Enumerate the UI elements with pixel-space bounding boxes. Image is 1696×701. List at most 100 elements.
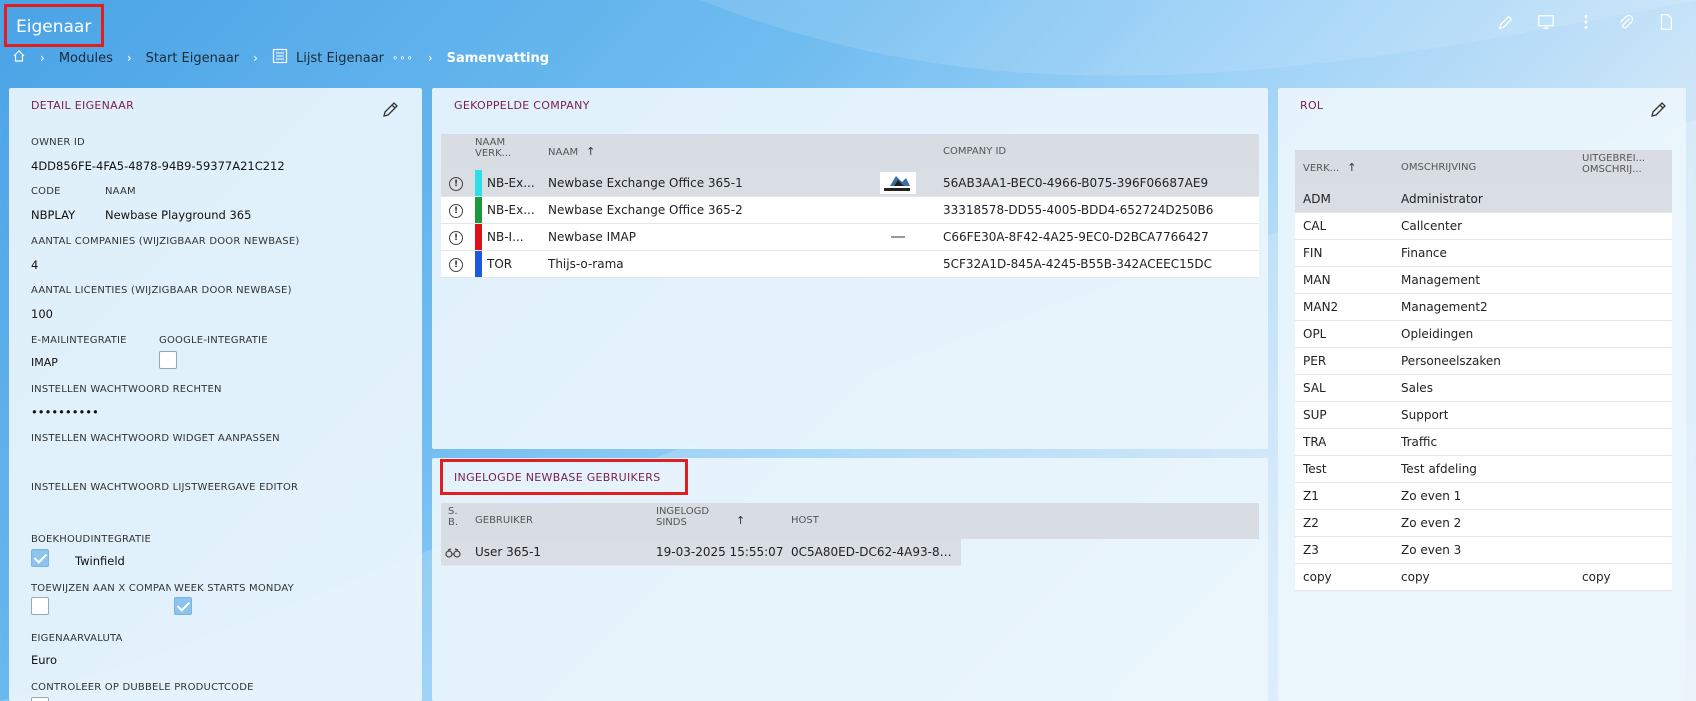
dubbele-productcode-checkbox[interactable]	[31, 697, 49, 701]
breadcrumb-more[interactable]: ∘∘∘	[392, 53, 414, 64]
naam-label: NAAM	[105, 186, 136, 197]
pencil-icon[interactable]	[1649, 99, 1669, 119]
rol-omschrijving: Administrator	[1401, 192, 1483, 206]
rol-code: Test	[1303, 462, 1327, 476]
table-row[interactable]: ! NB-Ex... Newbase Exchange Office 365-1 56…	[441, 170, 1259, 197]
week-starts-monday-checkbox[interactable]	[174, 597, 192, 615]
host: 0C5A80ED-DC62-4A93-80FD...	[791, 545, 956, 559]
table-row[interactable]: SUP Support	[1295, 402, 1672, 429]
col-verkort[interactable]: VERK... ↑	[1303, 162, 1356, 174]
home-icon[interactable]	[12, 49, 26, 67]
table-row[interactable]: MAN Management	[1295, 267, 1672, 294]
info-icon[interactable]: !	[449, 258, 463, 272]
rol-panel: ROL VERK... ↑ OMSCHRIJVING UITGEBREI... O…	[1278, 88, 1686, 701]
rol-code: CAL	[1303, 219, 1327, 233]
table-row[interactable]: ! TOR Thijs-o-rama 5CF32A1D-845A-4245-B55B-…	[441, 251, 1259, 278]
ingelogde-gebruikers-panel: INGELOGDE NEWBASE GEBRUIKERS S. B. GEBRU…	[432, 458, 1268, 701]
company-name: Newbase Exchange Office 365-1	[548, 176, 743, 190]
info-icon[interactable]: !	[449, 204, 463, 218]
table-row[interactable]: FIN Finance	[1295, 240, 1672, 267]
toewijzen-checkbox[interactable]	[31, 597, 49, 615]
col-ingelogd-sinds[interactable]: INGELOGD SINDS	[656, 506, 709, 528]
breadcrumb-lijst-eigenaar[interactable]: Lijst Eigenaar	[296, 51, 384, 66]
breadcrumb-modules[interactable]: Modules	[59, 51, 113, 66]
companies-label: AANTAL COMPANIES (WIJZIGBAAR DOOR NEWBAS…	[31, 236, 300, 247]
col-omschrijving[interactable]: OMSCHRIJVING	[1401, 162, 1476, 173]
col-verkort-label: VERK...	[1303, 163, 1340, 174]
more-vertical-icon[interactable]	[1576, 12, 1596, 32]
toolbar	[1496, 12, 1676, 32]
email-integratie-value: IMAP	[31, 356, 58, 369]
col-naam-verkort[interactable]: NAAM VERK...	[475, 137, 511, 159]
code-label: CODE	[31, 186, 61, 197]
rol-omschrijving: Finance	[1401, 246, 1447, 260]
pw-editor-label: INSTELLEN WACHTWOORD LIJSTWEERGAVE EDITO…	[31, 482, 299, 493]
company-code: NB-Ex...	[487, 203, 535, 217]
col-gebruiker[interactable]: GEBRUIKER	[475, 515, 533, 526]
rol-omschrijving: Zo even 2	[1401, 516, 1462, 530]
email-integratie-label: E-MAILINTEGRATIE	[31, 335, 127, 346]
rol-code: ADM	[1303, 192, 1331, 206]
logged-in-since: 19-03-2025 15:55:07	[656, 545, 784, 559]
rol-omschrijving: Management2	[1401, 300, 1488, 314]
info-icon[interactable]: !	[449, 231, 463, 245]
table-row[interactable]: Z3 Zo even 3	[1295, 537, 1672, 564]
col-uitgebreide-omschrijving[interactable]: UITGEBREI... OMSCHRIJ...	[1582, 153, 1645, 175]
col-naam[interactable]: NAAM ↑	[548, 146, 595, 158]
boekhoud-checkbox[interactable]	[31, 549, 49, 567]
owner-id-label: OWNER ID	[31, 137, 85, 148]
table-row[interactable]: Z1 Zo even 1	[1295, 483, 1672, 510]
table-row[interactable]: ! NB-Ex... Newbase Exchange Office 365-2 33…	[441, 197, 1259, 224]
paperclip-icon[interactable]	[1616, 12, 1636, 32]
breadcrumb-start-eigenaar[interactable]: Start Eigenaar	[146, 51, 239, 66]
document-icon[interactable]	[1656, 12, 1676, 32]
rol-code: copy	[1303, 570, 1332, 584]
rol-grid-header: VERK... ↑ OMSCHRIJVING UITGEBREI... OMSCH…	[1295, 150, 1672, 186]
pw-rechten-value: ••••••••••	[31, 405, 99, 419]
table-row[interactable]: copy copy copy	[1295, 564, 1672, 591]
rol-omschrijving: Management	[1401, 273, 1481, 287]
monitor-icon[interactable]	[1536, 12, 1556, 32]
table-row[interactable]: CAL Callcenter	[1295, 213, 1672, 240]
sort-asc-icon: ↑	[736, 514, 746, 527]
table-row[interactable]: OPL Opleidingen	[1295, 321, 1672, 348]
info-icon[interactable]: !	[449, 177, 463, 191]
google-integratie-checkbox[interactable]	[159, 351, 177, 369]
col-sb[interactable]: S. B.	[448, 506, 458, 528]
company-grid: NAAM VERK... NAAM ↑ COMPANY ID ! NB-Ex... N…	[441, 134, 1259, 278]
table-row[interactable]: Test Test afdeling	[1295, 456, 1672, 483]
detail-eigenaar-panel: DETAIL EIGENAAR OWNER ID 4DD856FE-4FA5-4…	[9, 88, 422, 701]
table-row[interactable]: MAN2 Management2	[1295, 294, 1672, 321]
app-title: Eigenaar	[4, 4, 104, 47]
rol-omschrijving: Sales	[1401, 381, 1433, 395]
rol-omschrijving: Support	[1401, 408, 1449, 422]
col-host[interactable]: HOST	[791, 515, 819, 526]
dubbele-productcode-label: CONTROLEER OP DUBBELE PRODUCTCODE	[31, 682, 254, 693]
table-row[interactable]: User 365-1 19-03-2025 15:55:07 0C5A80ED-DC…	[441, 539, 961, 566]
chevron-right-icon: ›	[427, 51, 433, 65]
valuta-value: Euro	[31, 653, 58, 667]
company-code: TOR	[487, 257, 513, 271]
rol-code: Z1	[1303, 489, 1319, 503]
breadcrumb-current: Samenvatting	[446, 50, 550, 66]
company-logo	[880, 172, 916, 194]
rol-omschrijving: Personeelszaken	[1401, 354, 1501, 368]
toewijzen-label: TOEWIJZEN AAN X COMPANIES	[31, 583, 171, 594]
google-integratie-label: GOOGLE-INTEGRATIE	[159, 335, 268, 346]
table-row[interactable]: ! NB-I... Newbase IMAP C66FE30A-8F42-4A25-9…	[441, 224, 1259, 251]
col-company-id[interactable]: COMPANY ID	[943, 146, 1006, 157]
company-id: 5CF32A1D-845A-4245-B55B-342ACEEC15DC	[943, 257, 1212, 271]
pencil-icon[interactable]	[381, 99, 401, 119]
table-row[interactable]: TRA Traffic	[1295, 429, 1672, 456]
rol-omschrijving: Zo even 3	[1401, 543, 1462, 557]
table-row[interactable]: SAL Sales	[1295, 375, 1672, 402]
company-color-bar	[475, 197, 482, 223]
table-row[interactable]: Z2 Zo even 2	[1295, 510, 1672, 537]
company-code: NB-Ex...	[487, 176, 535, 190]
rol-code: TRA	[1303, 435, 1327, 449]
rol-code: FIN	[1303, 246, 1323, 260]
table-row[interactable]: ADM Administrator	[1295, 186, 1672, 213]
company-name: Thijs-o-rama	[548, 257, 624, 271]
pencil-icon[interactable]	[1496, 12, 1516, 32]
table-row[interactable]: PER Personeelszaken	[1295, 348, 1672, 375]
